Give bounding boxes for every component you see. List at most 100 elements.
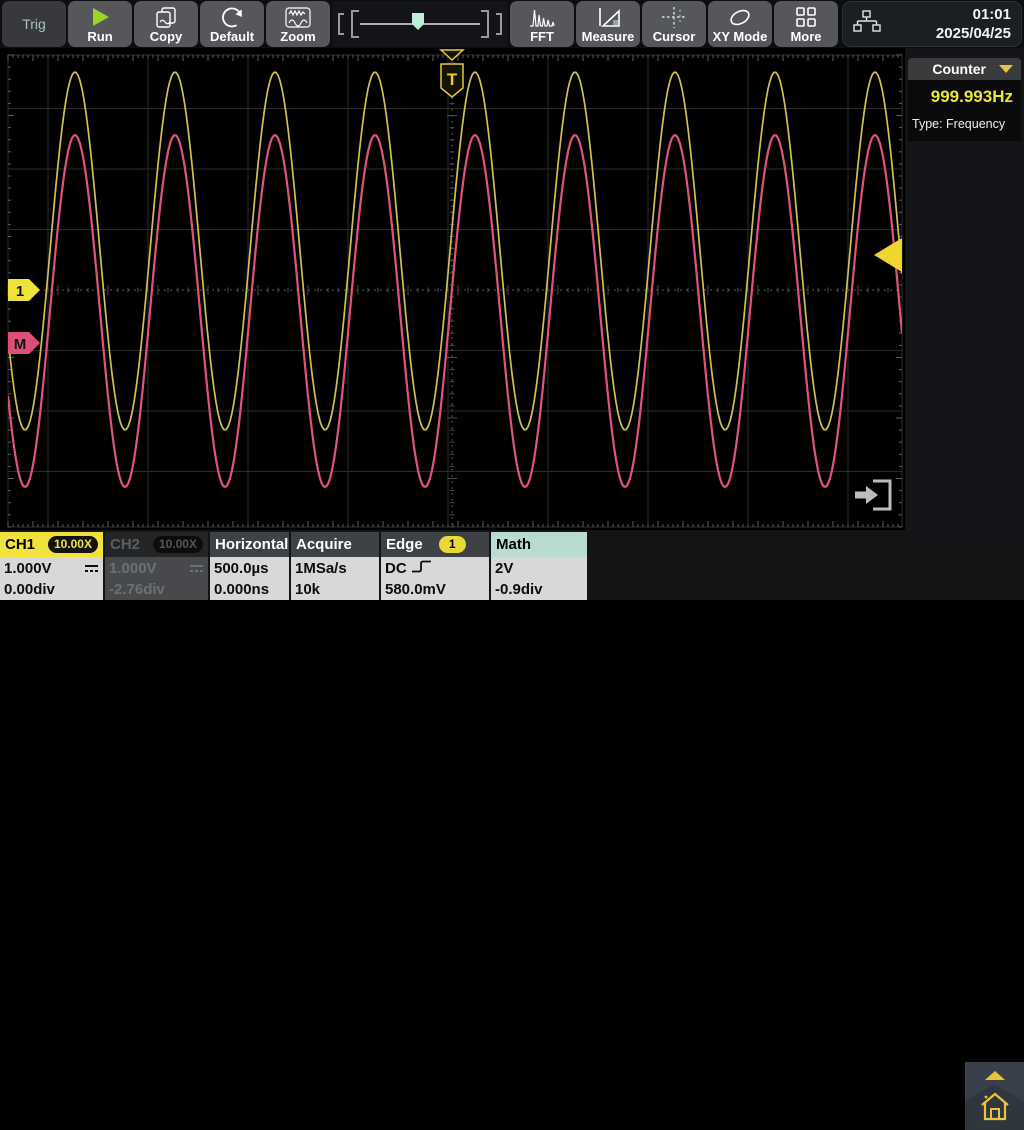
math-scale-value: 2V bbox=[495, 560, 513, 577]
ch2-volts: 1.000V bbox=[109, 560, 157, 577]
dc-coupling-icon bbox=[84, 560, 99, 577]
horizontal-header: Horizontal bbox=[210, 532, 289, 557]
counter-panel: Counter 999.993Hz Type: Frequency bbox=[908, 58, 1021, 141]
run-play-icon bbox=[88, 5, 112, 29]
measure-button[interactable]: Measure bbox=[576, 1, 640, 47]
counter-header[interactable]: Counter bbox=[908, 58, 1021, 80]
xy-mode-button[interactable]: XY Mode bbox=[708, 1, 772, 47]
zoom-waveform-icon bbox=[284, 5, 312, 29]
run-label: Run bbox=[87, 29, 112, 44]
fft-button[interactable]: FFT bbox=[510, 1, 574, 47]
ch2-values: 1.000V -2.76div bbox=[105, 557, 208, 600]
run-button[interactable]: Run bbox=[68, 1, 132, 47]
ch1-volts: 1.000V bbox=[4, 560, 52, 577]
dc-coupling-icon-disabled bbox=[189, 560, 204, 577]
math-header: Math bbox=[491, 532, 587, 557]
ch2-header: CH2 10.00X bbox=[105, 532, 208, 557]
sample-rate-value: 1MSa/s bbox=[295, 560, 347, 577]
horizontal-status-block[interactable]: Horizontal 500.0µs 0.000ns bbox=[210, 532, 289, 600]
math-offset-value: -0.9div bbox=[495, 581, 543, 598]
time-text: 01:01 bbox=[883, 5, 1011, 25]
memory-depth-value: 10k bbox=[295, 581, 320, 598]
home-icon bbox=[978, 1088, 1012, 1124]
rising-edge-icon bbox=[411, 559, 433, 578]
ch1-values: 1.000V 0.00div bbox=[0, 557, 103, 600]
waveform-display: T 1 M bbox=[0, 48, 905, 530]
ch1-header: CH1 10.00X bbox=[0, 532, 103, 557]
edge-label: Edge bbox=[386, 536, 423, 553]
cursor-button[interactable]: Cursor bbox=[642, 1, 706, 47]
expand-window-icon[interactable] bbox=[855, 481, 890, 509]
fft-spectrum-icon bbox=[528, 5, 556, 29]
oscilloscope-screen: { "topbar": { "buttons": { "trig": "Trig… bbox=[0, 0, 1024, 600]
delay-value: 0.000ns bbox=[214, 581, 269, 598]
measure-label: Measure bbox=[582, 29, 635, 44]
copy-label: Copy bbox=[150, 29, 183, 44]
horizontal-values: 500.0µs 0.000ns bbox=[210, 557, 289, 600]
trig-status-button[interactable]: Trig bbox=[2, 1, 66, 47]
more-label: More bbox=[790, 29, 821, 44]
slider-inner-right-bracket bbox=[481, 11, 488, 37]
ch2-status-block[interactable]: CH2 10.00X 1.000V -2.76div bbox=[105, 532, 208, 600]
trigger-level-arrow[interactable] bbox=[874, 238, 902, 272]
counter-value: 999.993Hz bbox=[908, 87, 1021, 107]
cursor-label: Cursor bbox=[653, 29, 696, 44]
horizontal-position-slider[interactable] bbox=[332, 1, 508, 47]
math-status-block[interactable]: Math 2V -0.9div bbox=[491, 532, 587, 600]
ch2-probe-badge: 10.00X bbox=[153, 536, 203, 553]
slider-outer-left-bracket bbox=[339, 14, 344, 34]
trigger-position-marker[interactable]: T bbox=[441, 50, 463, 97]
acquire-header: Acquire bbox=[291, 532, 379, 557]
graticule-grid bbox=[8, 55, 902, 527]
xy-mode-ellipse-icon bbox=[727, 5, 753, 29]
datetime-panel[interactable]: 01:01 2025/04/25 bbox=[842, 1, 1022, 47]
default-label: Default bbox=[210, 29, 254, 44]
copy-icon bbox=[153, 5, 179, 29]
zoom-label: Zoom bbox=[280, 29, 315, 44]
trigger-status-block[interactable]: Edge 1 DC 580.0mV bbox=[381, 532, 489, 600]
counter-title: Counter bbox=[932, 61, 986, 77]
trig-label: Trig bbox=[22, 16, 46, 32]
trigger-flag-label: T bbox=[447, 70, 458, 89]
acquire-status-block[interactable]: Acquire 1MSa/s 10k bbox=[291, 532, 379, 600]
copy-button[interactable]: Copy bbox=[134, 1, 198, 47]
slider-inner-left-bracket bbox=[352, 11, 359, 37]
acquire-label: Acquire bbox=[296, 536, 352, 553]
trigger-level-value: 580.0mV bbox=[385, 581, 446, 598]
slider-outer-right-bracket bbox=[496, 14, 501, 34]
counter-type: Type: Frequency bbox=[908, 107, 1021, 131]
ch1-offset: 0.00div bbox=[4, 581, 55, 598]
edge-values: DC 580.0mV bbox=[381, 557, 489, 600]
timebase-value: 500.0µs bbox=[214, 560, 269, 577]
default-reset-icon bbox=[220, 5, 244, 29]
more-grid-icon bbox=[795, 5, 817, 29]
top-toolbar: Trig Run Copy Default bbox=[0, 0, 1024, 48]
ch1-zero-marker[interactable]: 1 bbox=[8, 279, 40, 301]
fft-label: FFT bbox=[530, 29, 554, 44]
ch1-status-block[interactable]: CH1 10.00X 1.000V 0.00div bbox=[0, 532, 103, 600]
corner-menu-panel bbox=[965, 1062, 1024, 1130]
edge-header: Edge 1 bbox=[381, 532, 489, 557]
panel-up-chevron-icon[interactable] bbox=[985, 1071, 1005, 1080]
slider-thumb[interactable] bbox=[412, 13, 424, 30]
horizontal-label: Horizontal bbox=[215, 536, 288, 553]
ch2-label: CH2 bbox=[110, 536, 140, 553]
math-label: Math bbox=[496, 536, 531, 553]
math-marker-label: M bbox=[14, 336, 27, 353]
right-sidebar: Counter 999.993Hz Type: Frequency bbox=[905, 48, 1024, 530]
clock-readout: 01:01 2025/04/25 bbox=[883, 5, 1011, 44]
more-button[interactable]: More bbox=[774, 1, 838, 47]
ch1-label: CH1 bbox=[5, 536, 35, 553]
default-button[interactable]: Default bbox=[200, 1, 264, 47]
trigger-source-badge: 1 bbox=[439, 536, 466, 553]
ch1-probe-badge: 10.00X bbox=[48, 536, 98, 553]
trigger-coupling: DC bbox=[385, 560, 407, 577]
cursor-crosshair-icon bbox=[660, 5, 688, 29]
xy-mode-label: XY Mode bbox=[713, 29, 768, 44]
measure-icon bbox=[595, 5, 621, 29]
bottom-status-bar: CH1 10.00X 1.000V 0.00div CH2 10.00X bbox=[0, 530, 1024, 600]
acquire-values: 1MSa/s 10k bbox=[291, 557, 379, 600]
home-button[interactable] bbox=[978, 1088, 1012, 1129]
zoom-button[interactable]: Zoom bbox=[266, 1, 330, 47]
network-icon bbox=[851, 8, 883, 41]
